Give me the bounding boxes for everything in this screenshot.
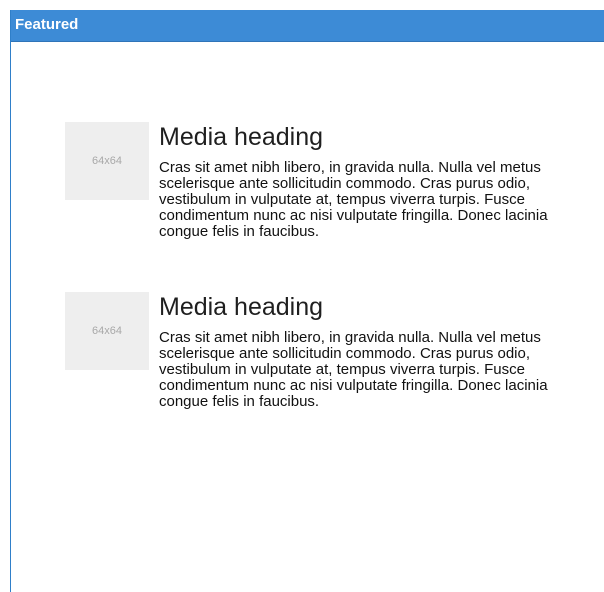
media-text: Cras sit amet nibh libero, in gravida nu… xyxy=(159,159,548,240)
panel-title: Featured xyxy=(15,16,79,33)
featured-panel: Featured 64x64 Media heading Cras sit am… xyxy=(10,10,604,592)
media-body: Media heading Cras sit amet nibh libero,… xyxy=(159,292,595,410)
panel-header: Featured xyxy=(11,10,604,42)
media-heading: Media heading xyxy=(159,123,324,151)
thumbnail-label: 64x64 xyxy=(92,325,122,337)
media-body: Media heading Cras sit amet nibh libero,… xyxy=(159,122,571,240)
thumbnail-label: 64x64 xyxy=(92,155,122,167)
thumbnail-placeholder: 64x64 xyxy=(65,122,149,200)
media-text: Cras sit amet nibh libero, in gravida nu… xyxy=(159,329,548,410)
thumbnail-placeholder: 64x64 xyxy=(65,292,149,370)
media-heading: Media heading xyxy=(159,293,324,321)
